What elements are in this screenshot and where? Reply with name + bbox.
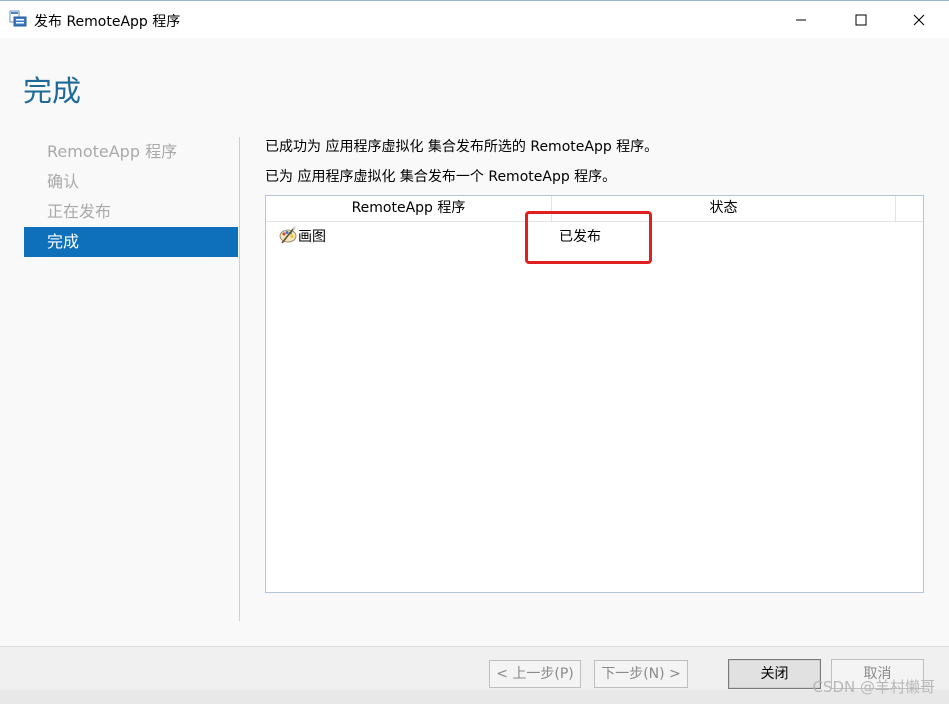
title-bar: 发布 RemoteApp 程序 <box>0 0 949 38</box>
nav-item-remoteapp-programs[interactable]: RemoteApp 程序 <box>24 137 238 167</box>
minimize-icon <box>796 19 806 21</box>
nav-item-publishing[interactable]: 正在发布 <box>24 197 238 227</box>
minimize-button[interactable] <box>778 1 824 39</box>
publish-summary-message: 已为 应用程序虚拟化 集合发布一个 RemoteApp 程序。 <box>265 169 617 185</box>
remoteapp-publish-icon <box>9 10 27 27</box>
background-taskbar-strip <box>0 690 949 704</box>
nav-item-complete[interactable]: 完成 <box>24 227 238 257</box>
previous-button[interactable]: < 上一步(P) <box>489 660 581 688</box>
close-window-button[interactable] <box>896 1 942 39</box>
window-title: 发布 RemoteApp 程序 <box>34 14 181 30</box>
status-highlight-box <box>525 211 652 264</box>
maximize-button[interactable] <box>838 1 884 39</box>
program-name: 画图 <box>298 229 326 245</box>
close-icon <box>913 14 925 26</box>
success-message: 已成功为 应用程序虚拟化 集合发布所选的 RemoteApp 程序。 <box>265 139 659 155</box>
page-title: 完成 <box>23 74 82 108</box>
column-header-program[interactable]: RemoteApp 程序 <box>266 196 552 221</box>
paint-icon <box>279 226 297 244</box>
close-button[interactable]: 关闭 <box>728 659 821 689</box>
publish-remoteapp-dialog: 发布 RemoteApp 程序 完成 RemoteApp 程序 确认 正在发布 … <box>0 0 949 704</box>
column-header-spacer <box>896 196 923 221</box>
nav-divider <box>239 137 240 621</box>
next-button[interactable]: 下一步(N) > <box>594 660 688 688</box>
nav-item-confirm[interactable]: 确认 <box>24 167 238 197</box>
watermark: CSDN @羊村懒哥 <box>812 678 935 696</box>
maximize-icon <box>855 14 867 26</box>
